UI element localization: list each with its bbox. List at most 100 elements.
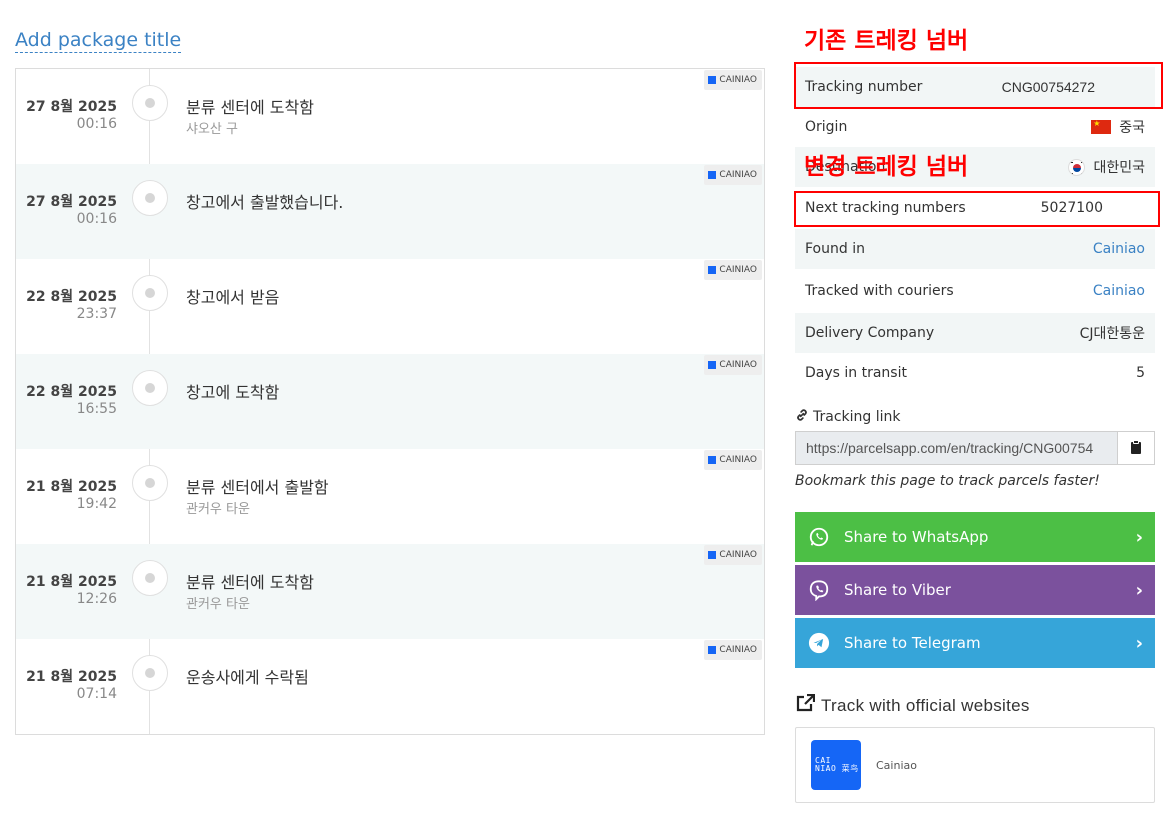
next-tracking-row: Next tracking numbers 5027100 <box>795 188 1155 228</box>
timeline-event: 21 8월 2025 19:42 분류 센터에서 출발함관커우 타운 CAINIAO <box>16 449 764 544</box>
found-in-link[interactable]: Cainiao <box>1093 241 1145 257</box>
destination-value: 대한민국 <box>1093 160 1145 176</box>
changed-tracking-annotation: 변경 트레킹 넘버 <box>804 154 969 180</box>
days-in-transit-value: 5 <box>1136 365 1145 381</box>
found-in-row: Found in Cainiao <box>795 229 1155 269</box>
carrier-badge-label: CAINIAO <box>719 75 757 85</box>
event-location: 관커우 타운 <box>186 597 250 612</box>
event-date: 21 8월 2025 <box>26 479 117 495</box>
event-time: 00:16 <box>76 116 117 132</box>
carrier-badge: CAINIAO <box>704 260 762 280</box>
next-tracking-value[interactable]: 5027100 <box>1041 200 1103 216</box>
cainiao-mini-icon <box>708 171 717 179</box>
delivery-company-row: Delivery Company CJ대한통운 <box>795 313 1155 353</box>
official-websites-title: Track with official websites <box>821 695 1030 715</box>
official-site-name: Cainiao <box>876 758 917 772</box>
timeline-event: 21 8월 2025 07:14 운송사에게 수락됨 CAINIAO <box>16 639 764 734</box>
cainiao-mini-icon <box>708 551 717 559</box>
carrier-badge-label: CAINIAO <box>719 550 757 560</box>
event-time: 00:16 <box>76 211 117 227</box>
carrier-badge-label: CAINIAO <box>719 265 757 275</box>
found-in-label: Found in <box>805 241 865 257</box>
event-status: 창고에서 출발했습니다. <box>186 193 344 212</box>
korea-flag-icon <box>1068 158 1086 176</box>
carrier-badge: CAINIAO <box>704 355 762 375</box>
timeline-event: 27 8월 2025 00:16 분류 센터에 도착함 샤오산 구 CAINIAO <box>16 69 764 164</box>
whatsapp-icon <box>807 525 831 549</box>
event-status: 창고에 도착함 <box>186 383 280 402</box>
link-icon <box>795 408 809 426</box>
share-viber-label: Share to Viber <box>844 581 951 599</box>
event-time: 16:55 <box>76 401 117 417</box>
event-status: 분류 센터에 도착함 <box>186 98 314 117</box>
delivery-company-label: Delivery Company <box>805 325 935 341</box>
china-flag-icon <box>1091 119 1112 134</box>
share-viber-button[interactable]: Share to Viber › <box>795 565 1155 615</box>
carrier-badge: CAINIAO <box>704 545 762 565</box>
days-in-transit-label: Days in transit <box>805 365 907 381</box>
event-date: 27 8월 2025 <box>26 194 117 210</box>
timeline-dot-icon <box>132 465 168 501</box>
event-date: 22 8월 2025 <box>26 289 117 305</box>
existing-tracking-annotation: 기존 트레킹 넘버 <box>804 28 969 54</box>
bookmark-hint: Bookmark this page to track parcels fast… <box>795 473 1100 489</box>
cainiao-mini-icon <box>708 361 717 369</box>
tracking-timeline: 27 8월 2025 00:16 분류 센터에 도착함 샤오산 구 CAINIAO 27 … <box>15 68 765 735</box>
event-location: 관커우 타운 <box>186 502 250 517</box>
carrier-badge: CAINIAO <box>704 165 762 185</box>
carrier-badge-label: CAINIAO <box>719 360 757 370</box>
event-date: 21 8월 2025 <box>26 574 117 590</box>
days-in-transit-row: Days in transit 5 <box>795 353 1155 393</box>
event-time: 07:14 <box>76 686 117 702</box>
event-location: 샤오산 구 <box>186 122 238 137</box>
event-status: 분류 센터에 도착함 <box>186 573 314 592</box>
cainiao-mini-icon <box>708 456 717 464</box>
share-telegram-button[interactable]: Share to Telegram › <box>795 618 1155 668</box>
official-websites-heading: Track with official websites <box>795 693 1030 717</box>
event-status: 분류 센터에서 출발함 <box>186 478 329 497</box>
event-date: 21 8월 2025 <box>26 669 117 685</box>
timeline-event: 27 8월 2025 00:16 창고에서 출발했습니다. CAINIAO <box>16 164 764 259</box>
share-whatsapp-button[interactable]: Share to WhatsApp › <box>795 512 1155 562</box>
official-site-cainiao[interactable]: CAI NIAO 菜鸟 Cainiao <box>795 727 1155 803</box>
viber-icon <box>807 578 831 602</box>
chevron-right-icon: › <box>1135 632 1143 654</box>
copy-link-button[interactable] <box>1117 431 1155 465</box>
event-status: 창고에서 받음 <box>186 288 280 307</box>
chevron-right-icon: › <box>1135 526 1143 548</box>
add-package-title-link[interactable]: Add package title <box>15 29 182 53</box>
origin-label: Origin <box>805 119 848 135</box>
telegram-icon <box>807 631 831 655</box>
carrier-badge-label: CAINIAO <box>719 645 757 655</box>
tracked-with-link[interactable]: Cainiao <box>1093 283 1145 299</box>
external-link-icon <box>795 693 816 717</box>
next-tracking-label: Next tracking numbers <box>805 200 966 216</box>
timeline-dot-icon <box>132 370 168 406</box>
timeline-dot-icon <box>132 180 168 216</box>
origin-value: 중국 <box>1119 120 1145 136</box>
event-time: 19:42 <box>76 496 117 512</box>
event-time: 23:37 <box>76 306 117 322</box>
carrier-badge: CAINIAO <box>704 70 762 90</box>
origin-row: Origin 중국 <box>795 107 1155 147</box>
tracking-number-row: Tracking number CNG00754272 <box>795 67 1155 107</box>
carrier-badge-label: CAINIAO <box>719 170 757 180</box>
event-status: 운송사에게 수락됨 <box>186 668 309 687</box>
event-time: 12:26 <box>76 591 117 607</box>
chevron-right-icon: › <box>1135 579 1143 601</box>
share-telegram-label: Share to Telegram <box>844 634 981 652</box>
timeline-dot-icon <box>132 85 168 121</box>
tracking-link-input[interactable]: https://parcelsapp.com/en/tracking/CNG00… <box>795 431 1117 465</box>
timeline-event: 22 8월 2025 16:55 창고에 도착함 CAINIAO <box>16 354 764 449</box>
carrier-badge: CAINIAO <box>704 640 762 660</box>
carrier-badge-label: CAINIAO <box>719 455 757 465</box>
tracking-number-value: CNG00754272 <box>1001 79 1095 95</box>
cainiao-logo: CAI NIAO 菜鸟 <box>811 740 861 790</box>
cainiao-mini-icon <box>708 266 717 274</box>
event-date: 22 8월 2025 <box>26 384 117 400</box>
timeline-event: 21 8월 2025 12:26 분류 센터에 도착함관커우 타운 CAINIAO <box>16 544 764 639</box>
cainiao-mini-icon <box>708 646 717 654</box>
timeline-dot-icon <box>132 275 168 311</box>
cainiao-mini-icon <box>708 76 717 84</box>
share-whatsapp-label: Share to WhatsApp <box>844 528 989 546</box>
